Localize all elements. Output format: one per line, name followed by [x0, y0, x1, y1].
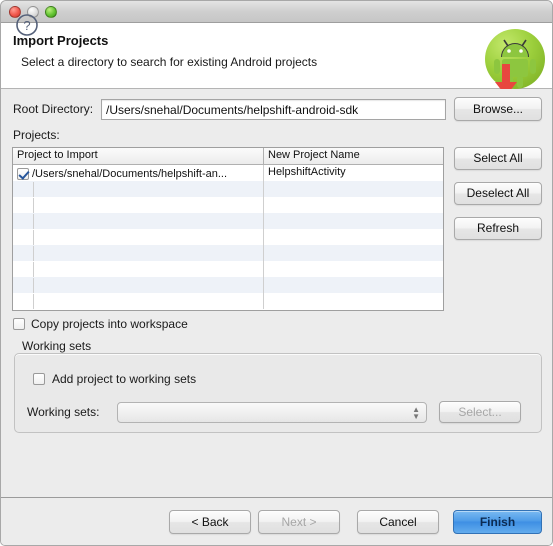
table-row[interactable]: [13, 245, 443, 261]
wizard-body: Root Directory: Browse... Projects: Proj…: [1, 89, 552, 497]
table-row[interactable]: [13, 277, 443, 293]
back-button[interactable]: < Back: [169, 510, 251, 534]
zoom-window-icon[interactable]: [45, 6, 57, 18]
copy-projects-checkbox[interactable]: [13, 318, 25, 330]
working-sets-legend: Working sets: [22, 339, 92, 353]
table-row[interactable]: /Users/snehal/Documents/helpshift-an... …: [13, 165, 443, 181]
copy-projects-row[interactable]: Copy projects into workspace: [13, 317, 188, 331]
copy-projects-label: Copy projects into workspace: [31, 317, 188, 331]
working-sets-select-button[interactable]: Select...: [439, 401, 521, 423]
working-sets-combobox[interactable]: ▲ ▼: [117, 401, 427, 423]
select-all-button[interactable]: Select All: [454, 147, 542, 170]
page-subtitle: Select a directory to search for existin…: [21, 55, 318, 69]
finish-button[interactable]: Finish: [453, 510, 542, 534]
projects-label: Projects:: [13, 128, 60, 142]
row-checkbox[interactable]: [17, 167, 29, 180]
import-projects-window: Import Projects Select a directory to se…: [0, 0, 553, 546]
working-sets-select-label: Working sets:: [27, 405, 100, 419]
browse-button[interactable]: Browse...: [454, 97, 542, 121]
table-row[interactable]: [13, 261, 443, 277]
working-sets-group: Add project to working sets Working sets…: [14, 353, 542, 433]
table-row[interactable]: [13, 181, 443, 197]
projects-table[interactable]: Project to Import New Project Name /User…: [12, 147, 444, 311]
deselect-all-button[interactable]: Deselect All: [454, 182, 542, 205]
add-to-working-sets-checkbox[interactable]: [33, 373, 45, 385]
root-directory-input[interactable]: [101, 99, 446, 120]
refresh-button[interactable]: Refresh: [454, 217, 542, 240]
chevron-updown-icon: ▲ ▼: [412, 404, 420, 421]
root-directory-row: Root Directory:: [13, 102, 93, 116]
add-to-working-sets-row[interactable]: Add project to working sets: [33, 372, 196, 386]
add-to-working-sets-label: Add project to working sets: [52, 372, 197, 386]
next-button[interactable]: Next >: [258, 510, 340, 534]
working-sets-select-row: Working sets: ▲ ▼ Select...: [27, 401, 521, 423]
svg-text:?: ?: [23, 18, 30, 33]
window-titlebar: [1, 1, 552, 23]
wizard-header: Import Projects Select a directory to se…: [1, 23, 552, 89]
table-row[interactable]: [13, 213, 443, 229]
table-header-row: Project to Import New Project Name: [13, 148, 443, 165]
root-directory-label: Root Directory:: [13, 102, 94, 116]
table-row[interactable]: [13, 197, 443, 213]
column-header-new-project-name[interactable]: New Project Name: [264, 148, 443, 164]
table-row[interactable]: [13, 229, 443, 245]
table-row[interactable]: [13, 293, 443, 309]
cell-project-path: /Users/snehal/Documents/helpshift-an...: [32, 167, 228, 180]
cancel-button[interactable]: Cancel: [357, 510, 439, 534]
column-header-project-to-import[interactable]: Project to Import: [13, 148, 264, 164]
cell-new-project-name: HelpshiftActivity: [268, 166, 346, 178]
help-question-icon[interactable]: ?: [15, 13, 39, 37]
